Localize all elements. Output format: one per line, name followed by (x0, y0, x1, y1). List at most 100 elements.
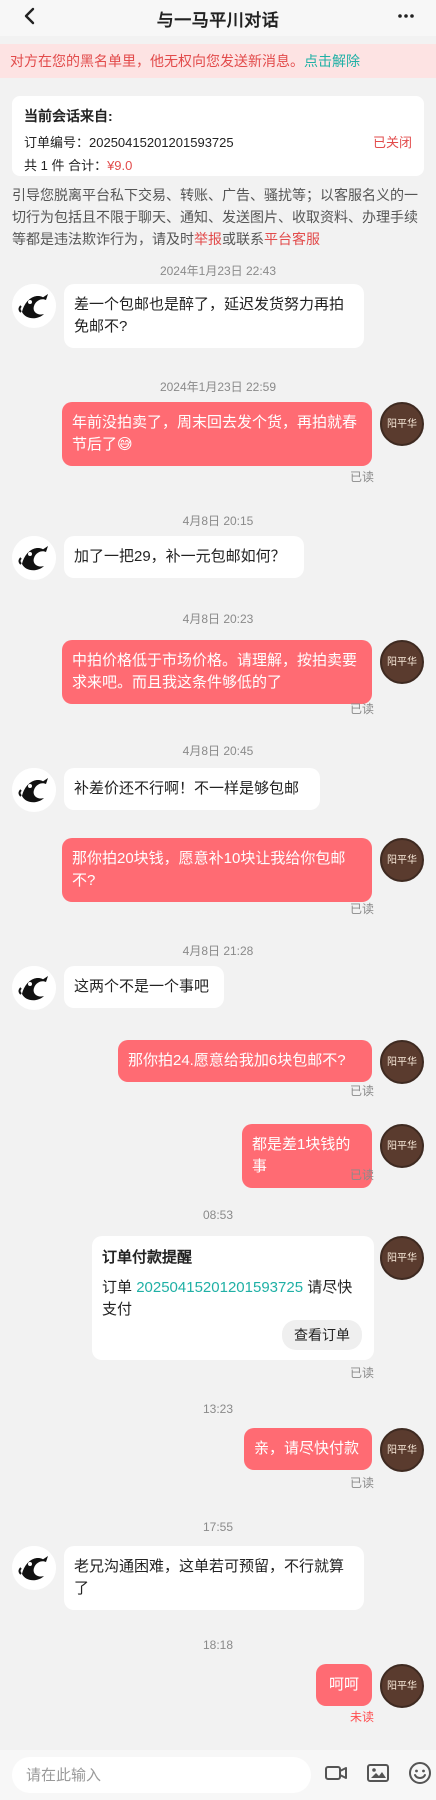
message-bubble[interactable]: 补差价还不行啊！不一样是够包邮 (64, 768, 320, 810)
brand-avatar-icon: 阳平华 (387, 1252, 417, 1264)
message-input[interactable] (12, 1757, 311, 1793)
avatar[interactable]: 阳平华 (380, 1040, 424, 1084)
avatar[interactable] (12, 1546, 56, 1590)
avatar[interactable]: 阳平华 (380, 1124, 424, 1168)
timestamp: 4月8日 20:45 (182, 744, 254, 758)
message-outgoing: 那你拍20块钱，愿意补10块让我给你包邮不? 阳平华 (62, 838, 424, 902)
video-button[interactable] (321, 1759, 353, 1791)
chat-screen: 与一马平川对话 对方在您的黑名单里，他无权向您发送新消息。 点击解除 当前会话来… (0, 0, 436, 1800)
blacklist-banner: 对方在您的黑名单里，他无权向您发送新消息。 点击解除 (0, 44, 436, 78)
order-price: ¥9.0 (107, 158, 133, 173)
message-bubble[interactable]: 加了一把29，补一元包邮如何？ (64, 536, 304, 578)
message-outgoing: 年前没拍卖了，周末回去发个货，再拍就春节后了😅 阳平华 (62, 402, 424, 466)
avatar[interactable] (12, 768, 56, 812)
reminder-text: 订单 2025041520120159​3725 请尽快支付 (102, 1277, 364, 1321)
brand-avatar-icon: 阳平华 (387, 656, 417, 668)
read-status: 已读 (349, 702, 374, 716)
order-number: 订单编号：2025041520120159​3725 (24, 132, 234, 151)
report-link[interactable]: 举报 (194, 231, 222, 247)
message-bubble[interactable]: 这两个不是一个事吧 (64, 966, 224, 1008)
brand-avatar-icon: 阳平华 (387, 1056, 417, 1068)
read-status: 已读 (349, 1168, 374, 1182)
brand-avatar-icon: 阳平华 (387, 418, 417, 430)
emoji-button[interactable] (404, 1759, 436, 1791)
order-number-value: 2025041520120159​3725 (89, 135, 234, 150)
read-status: 已读 (349, 1476, 374, 1490)
read-status: 已读 (349, 1366, 374, 1380)
dragon-avatar-icon (12, 1546, 56, 1590)
view-order-button[interactable]: 查看订单 (282, 1320, 362, 1350)
message-outgoing: 都是差1块钱的事 阳平华 (242, 1124, 424, 1188)
message-outgoing: 呵呵 阳平华 (316, 1664, 424, 1708)
avatar[interactable]: 阳平华 (380, 640, 424, 684)
order-status: 已关闭 (372, 135, 412, 150)
order-number-label: 订单编号： (24, 135, 90, 150)
avatar[interactable]: 阳平华 (380, 838, 424, 882)
image-icon (365, 1760, 391, 1791)
avatar[interactable]: 阳平华 (380, 1236, 424, 1280)
payment-reminder-card[interactable]: 订单付款提醒 订单 2025041520120159​3725 请尽快支付 查看… (92, 1236, 374, 1360)
brand-avatar-icon: 阳平华 (387, 1444, 417, 1456)
reminder-title: 订单付款提醒 (102, 1249, 193, 1266)
order-card[interactable]: 当前会话来自: 订单编号：2025041520120159​3725 已关闭 共… (12, 96, 424, 176)
message-bubble[interactable]: 呵呵 (316, 1664, 372, 1706)
video-icon (323, 1760, 349, 1791)
message-incoming: 差一个包邮也是醉了，延迟发货努力再拍免邮不? (12, 284, 364, 348)
message-bubble[interactable]: 亲，请尽快付款 (244, 1428, 372, 1470)
more-button[interactable] (392, 4, 420, 32)
timestamp: 2024年1月23日 22:43 (159, 264, 277, 278)
message-incoming: 加了一把29，补一元包邮如何？ (12, 536, 304, 580)
message-bubble[interactable]: 年前没拍卖了，周末回去发个货，再拍就春节后了😅 (62, 402, 372, 466)
chat-title: 与一马平川对话 (156, 10, 280, 30)
timestamp: 17:55 (202, 1520, 234, 1534)
order-source-label: 当前会话来自: (24, 108, 113, 124)
back-button[interactable] (16, 4, 44, 32)
timestamp: 4月8日 21:28 (182, 944, 254, 958)
image-button[interactable] (362, 1759, 394, 1791)
read-status: 已读 (349, 470, 374, 484)
dragon-avatar-icon (12, 284, 56, 328)
message-input-bar (0, 1750, 436, 1800)
anti-fraud-warning: 引导您脱离平台私下交易、转账、广告、骚扰等；以客服名义的一切行为包括且不限于聊天… (12, 184, 424, 250)
back-icon (21, 7, 39, 30)
blacklist-text: 对方在您的黑名单里，他无权向您发送新消息。 (10, 53, 304, 69)
message-bubble[interactable]: 那你拍20块钱，愿意补10块让我给你包邮不? (62, 838, 372, 902)
timestamp: 13:23 (202, 1402, 234, 1416)
message-incoming: 这两个不是一个事吧 (12, 966, 224, 1010)
timestamp: 4月8日 20:15 (182, 514, 254, 528)
reminder-prefix: 订单 (102, 1279, 133, 1296)
message-outgoing: 中拍价格低于市场价格。请理解，按拍卖要求来吧。而且我这条件够低的了 阳平华 (62, 640, 424, 704)
timestamp: 4月8日 20:23 (182, 612, 254, 626)
avatar[interactable] (12, 536, 56, 580)
avatar[interactable]: 阳平华 (380, 1664, 424, 1708)
message-outgoing: 亲，请尽快付款 阳平华 (244, 1428, 424, 1472)
unblock-link[interactable]: 点击解除 (304, 51, 360, 71)
order-total-label: 共 1 件 合计： (24, 158, 108, 173)
message-bubble[interactable]: 差一个包邮也是醉了，延迟发货努力再拍免邮不? (64, 284, 364, 348)
unread-status: 未读 (349, 1710, 374, 1724)
brand-avatar-icon: 阳平华 (387, 854, 417, 866)
order-total-row: 共 1 件 合计：¥9.0 (24, 155, 412, 174)
service-link[interactable]: 平台客服 (264, 231, 320, 247)
avatar[interactable] (12, 966, 56, 1010)
message-outgoing: 那你拍24.愿意给我加6块包邮不? 阳平华 (118, 1040, 424, 1084)
message-incoming: 补差价还不行啊！不一样是够包邮 (12, 768, 320, 812)
message-bubble[interactable]: 老兄沟通困难，这单若可预留，不行就算了 (64, 1546, 364, 1610)
more-icon (395, 5, 417, 32)
message-bubble[interactable]: 那你拍24.愿意给我加6块包邮不? (118, 1040, 372, 1082)
timestamp: 2024年1月23日 22:59 (159, 380, 277, 394)
read-status: 已读 (349, 1084, 374, 1098)
message-bubble[interactable]: 中拍价格低于市场价格。请理解，按拍卖要求来吧。而且我这条件够低的了 (62, 640, 372, 704)
avatar[interactable]: 阳平华 (380, 402, 424, 446)
header: 与一马平川对话 (0, 0, 436, 36)
read-status: 已读 (349, 902, 374, 916)
dragon-avatar-icon (12, 536, 56, 580)
message-incoming: 老兄沟通困难，这单若可预留，不行就算了 (12, 1546, 364, 1610)
avatar[interactable]: 阳平华 (380, 1428, 424, 1472)
order-number-row: 订单编号：2025041520120159​3725 已关闭 (24, 132, 412, 151)
reminder-order-number[interactable]: 2025041520120159​3725 (136, 1279, 303, 1296)
timestamp: 08:53 (202, 1208, 234, 1222)
order-total: 共 1 件 合计：¥9.0 (24, 155, 132, 174)
avatar[interactable] (12, 284, 56, 328)
emoji-icon (407, 1760, 433, 1791)
